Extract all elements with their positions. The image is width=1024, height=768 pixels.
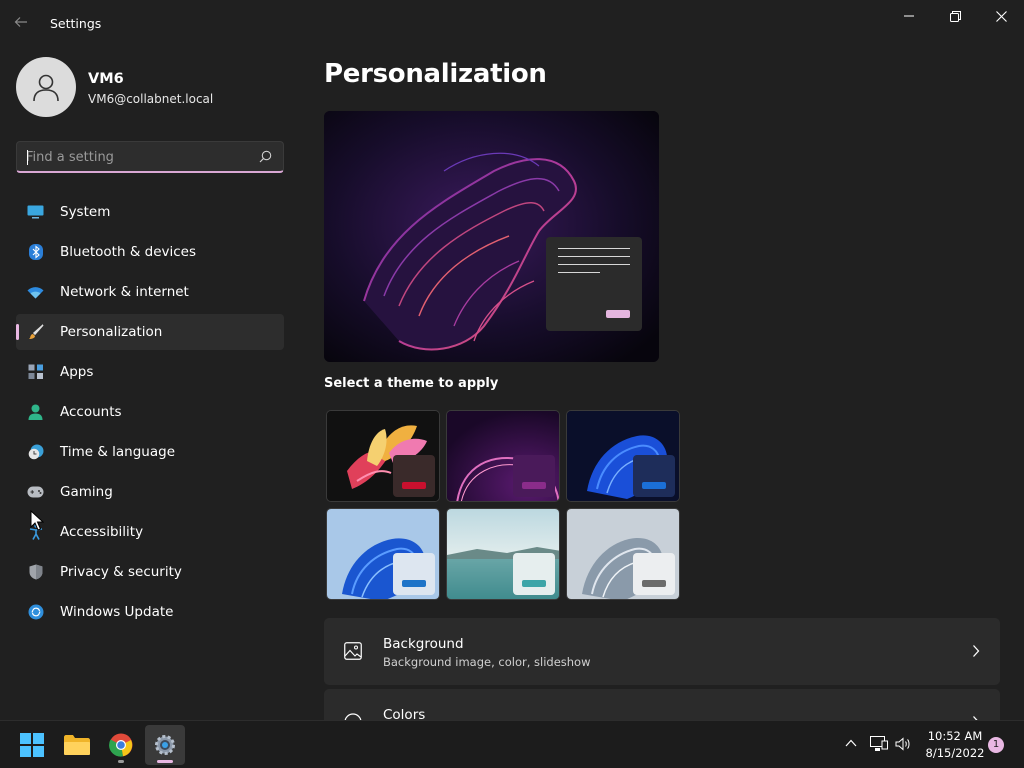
minimize-icon	[904, 15, 914, 17]
file-explorer-button[interactable]	[57, 725, 97, 765]
chevron-up-icon[interactable]	[845, 739, 857, 747]
palette-icon	[344, 713, 362, 720]
start-button[interactable]	[12, 725, 52, 765]
avatar[interactable]	[16, 57, 76, 117]
search-box[interactable]	[16, 141, 284, 173]
sidebar: VM6 VM6@collabnet.local System Bluetooth…	[0, 48, 300, 720]
sidebar-item-gaming[interactable]: Gaming	[16, 474, 284, 510]
user-icon	[33, 74, 59, 102]
colors-card-title: Colors	[383, 707, 426, 720]
theme-preview	[324, 111, 659, 362]
image-icon	[344, 642, 362, 660]
sidebar-item-apps[interactable]: Apps	[16, 354, 284, 390]
user-name: VM6	[88, 71, 124, 87]
background-card-title: Background	[383, 636, 464, 652]
theme-lake-sunrise[interactable]	[446, 508, 560, 600]
user-email: VM6@collabnet.local	[88, 92, 214, 106]
background-card-subtitle: Background image, color, slideshow	[383, 655, 591, 669]
search-input[interactable]	[26, 148, 250, 166]
sidebar-item-accounts[interactable]: Accounts	[16, 394, 284, 430]
file-explorer-icon	[64, 735, 90, 755]
back-arrow-icon	[14, 17, 27, 27]
chevron-right-icon	[973, 645, 980, 657]
mouse-cursor-icon	[30, 510, 44, 531]
chrome-button[interactable]	[101, 725, 141, 765]
restore-icon	[949, 10, 961, 22]
theme-blue-bloom-light[interactable]	[326, 508, 440, 600]
restore-button[interactable]	[932, 4, 978, 28]
theme-purple-eclipse[interactable]	[446, 410, 560, 502]
update-icon	[27, 604, 44, 620]
sidebar-nav: System Bluetooth & devices Network & int…	[16, 194, 284, 634]
start-icon	[20, 733, 44, 757]
minimize-button[interactable]	[886, 4, 932, 28]
page-title: Personalization	[324, 59, 547, 89]
brush-icon	[27, 324, 44, 340]
network-icon[interactable]	[870, 736, 888, 752]
theme-silver-bloom[interactable]	[566, 508, 680, 600]
sidebar-item-system[interactable]: System	[16, 194, 284, 230]
sidebar-item-network-internet[interactable]: Network & internet	[16, 274, 284, 310]
sidebar-item-time-language[interactable]: Time & language	[16, 434, 284, 470]
wifi-icon	[27, 284, 44, 300]
colors-card[interactable]: Colors	[324, 689, 1000, 720]
bluetooth-icon	[27, 244, 44, 260]
background-card[interactable]: Background Background image, color, slid…	[324, 618, 1000, 685]
gamepad-icon	[27, 484, 44, 500]
sidebar-item-bluetooth-devices[interactable]: Bluetooth & devices	[16, 234, 284, 270]
settings-icon	[155, 735, 175, 755]
preview-window	[546, 237, 642, 331]
text-caret	[27, 150, 28, 165]
theme-glow-flower[interactable]	[326, 410, 440, 502]
search-icon[interactable]	[259, 150, 272, 163]
monitor-icon	[27, 204, 44, 220]
chrome-icon	[109, 733, 133, 757]
back-button[interactable]	[14, 13, 34, 35]
person-icon	[27, 404, 44, 420]
sidebar-item-windows-update[interactable]: Windows Update	[16, 594, 284, 630]
theme-heading: Select a theme to apply	[324, 376, 499, 391]
clock-time[interactable]: 10:52 AM	[920, 729, 990, 743]
taskbar: 10:52 AM 8/15/2022 1	[0, 720, 1024, 768]
settings-button[interactable]	[145, 725, 185, 765]
apps-icon	[27, 364, 44, 380]
sidebar-item-accessibility[interactable]: Accessibility	[16, 514, 284, 550]
app-title: Settings	[50, 16, 102, 31]
volume-icon[interactable]	[895, 737, 911, 751]
main-content: Personalization Select a theme to apply …	[300, 48, 1024, 720]
theme-blue-bloom-dark[interactable]	[566, 410, 680, 502]
shield-icon	[27, 564, 44, 580]
clock-date[interactable]: 8/15/2022	[920, 746, 990, 760]
preview-accent-button	[606, 310, 630, 318]
close-button[interactable]	[978, 4, 1024, 28]
sidebar-item-privacy-security[interactable]: Privacy & security	[16, 554, 284, 590]
notification-badge[interactable]: 1	[988, 737, 1004, 753]
title-bar: Settings	[0, 0, 1024, 48]
close-icon	[995, 10, 1007, 22]
clock-globe-icon	[27, 444, 44, 460]
sidebar-item-personalization[interactable]: Personalization	[16, 314, 284, 350]
